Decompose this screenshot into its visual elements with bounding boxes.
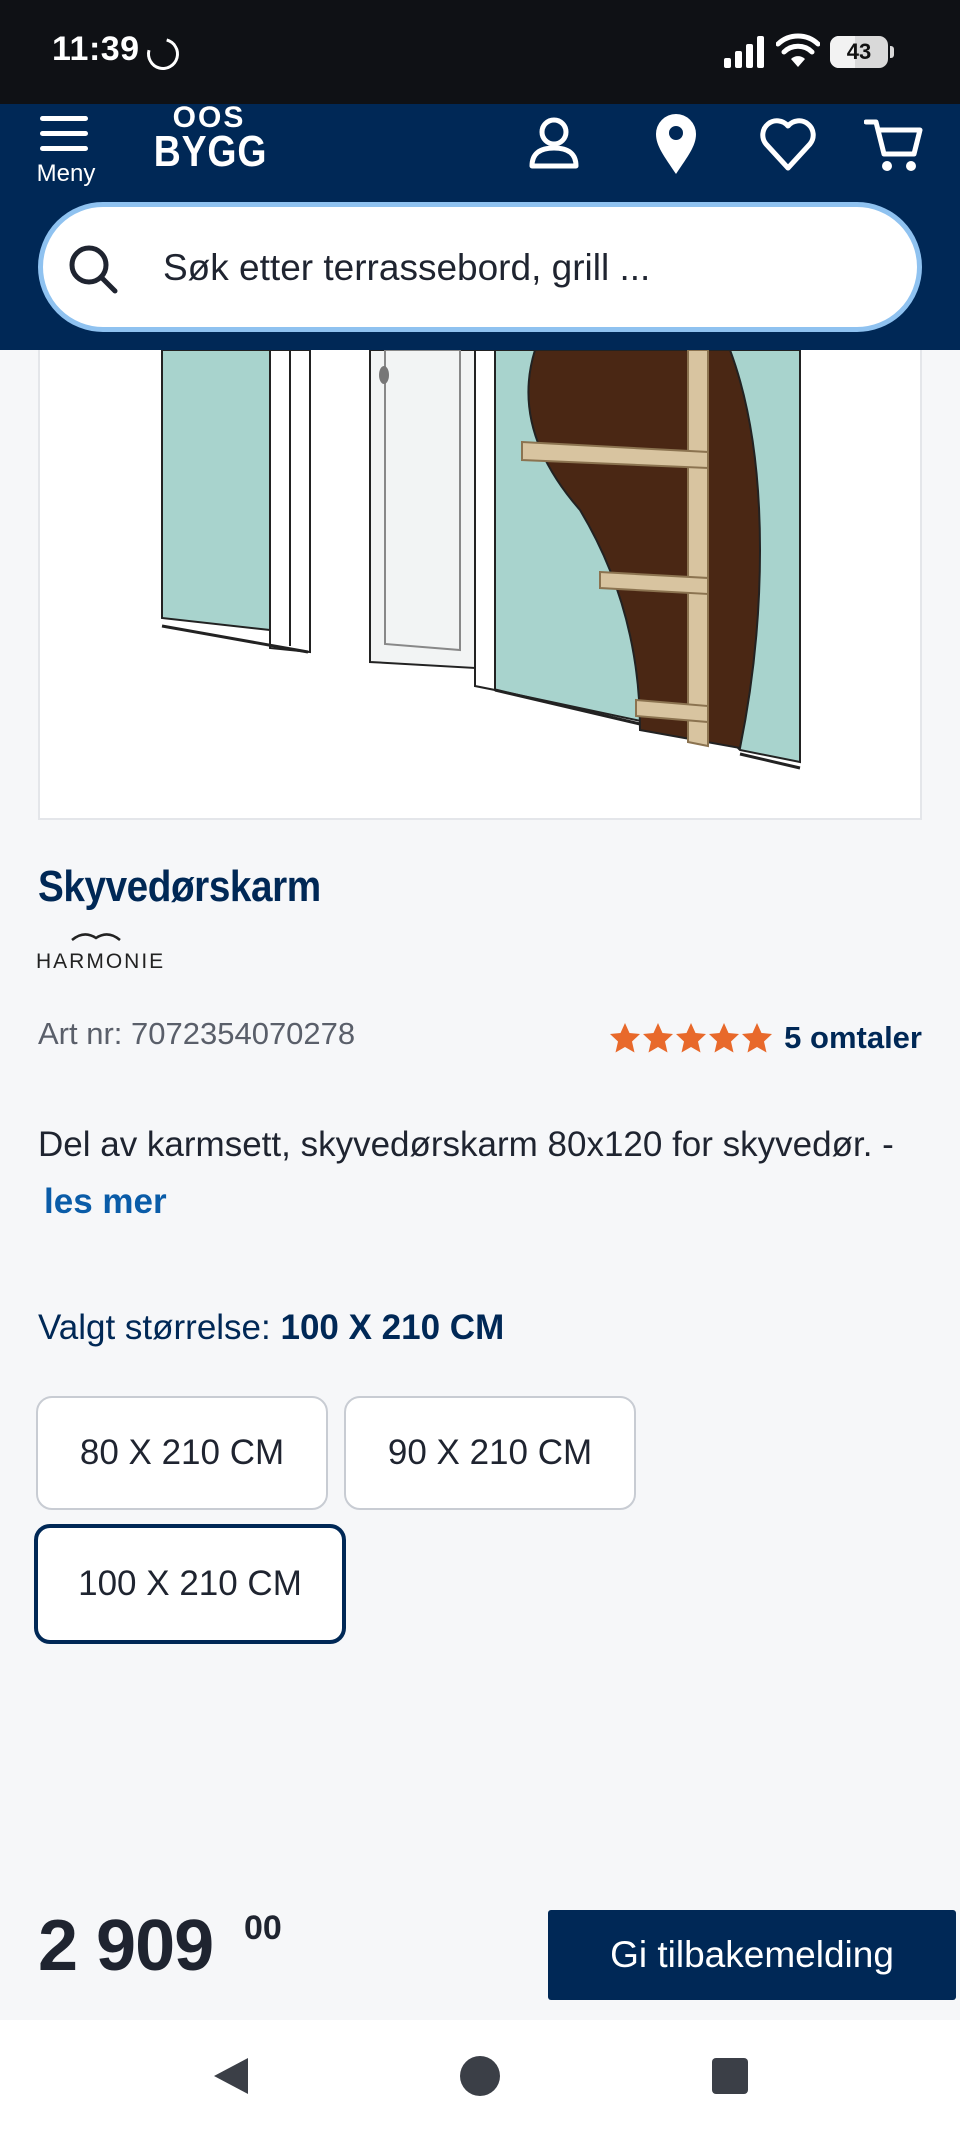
logo-bottom-text: BYGG xyxy=(153,127,268,176)
description-text: Del av karmsett, skyvedørskarm 80x120 fo… xyxy=(38,1125,894,1164)
status-time: 11:39 xyxy=(52,30,140,68)
logo[interactable]: OOS BYGG xyxy=(144,104,274,184)
status-bar: 11:39 43 xyxy=(0,0,960,104)
price: 2 909 00 xyxy=(38,1905,282,1987)
heart-icon[interactable] xyxy=(758,112,818,176)
recents-icon[interactable] xyxy=(708,2054,752,2098)
door-frame-illustration xyxy=(161,350,801,770)
price-cents: 00 xyxy=(244,1909,282,1947)
search-input[interactable]: Søk etter terrassebord, grill ... xyxy=(38,202,922,332)
location-pin-icon[interactable] xyxy=(646,112,706,176)
back-icon[interactable] xyxy=(208,2054,252,2098)
star-rating xyxy=(609,1022,774,1054)
hamburger-icon xyxy=(40,116,88,152)
brand-name: HARMONIE xyxy=(36,950,166,973)
home-icon[interactable] xyxy=(458,2054,502,2098)
rating-link[interactable]: 5 omtaler xyxy=(609,1018,922,1058)
brand-logo[interactable]: HARMONIE xyxy=(36,930,196,982)
product-image[interactable] xyxy=(38,350,922,820)
system-nav-bar xyxy=(0,2020,960,2133)
product-description: Del av karmsett, skyvedørskarm 80x120 fo… xyxy=(38,1116,898,1230)
loading-spinner-icon xyxy=(141,32,185,76)
size-option-90[interactable]: 90 X 210 CM xyxy=(344,1396,636,1510)
selected-size: 100 X 210 CM xyxy=(280,1308,505,1347)
size-label: Valgt størrelse: 100 X 210 CM xyxy=(38,1308,504,1348)
star-icon xyxy=(709,1023,740,1053)
star-icon xyxy=(610,1023,641,1053)
star-icon xyxy=(676,1023,707,1053)
size-label-text: Valgt størrelse: xyxy=(38,1308,271,1347)
feedback-button[interactable]: Gi tilbakemelding xyxy=(548,1910,956,2000)
read-more-link[interactable]: les mer xyxy=(44,1182,167,1221)
user-icon[interactable] xyxy=(524,112,584,176)
cart-icon[interactable] xyxy=(864,112,924,176)
price-main: 2 909 xyxy=(38,1906,214,1986)
battery-level: 43 xyxy=(846,39,872,64)
article-number: Art nr: 7072354070278 xyxy=(38,1016,356,1051)
reviews-count: 5 omtaler xyxy=(784,1020,922,1055)
menu-label: Meny xyxy=(36,160,96,187)
site-header: Meny OOS BYGG Søk etter terrassebord, gr… xyxy=(0,104,960,350)
product-title: Skyvedørskarm xyxy=(38,862,321,911)
menu-button[interactable]: Meny xyxy=(28,108,104,190)
search-icon xyxy=(69,245,118,294)
size-option-100[interactable]: 100 X 210 CM xyxy=(34,1524,346,1644)
search-placeholder: Søk etter terrassebord, grill ... xyxy=(163,247,651,288)
star-icon xyxy=(643,1023,674,1053)
brand-wing-icon xyxy=(71,933,121,941)
star-icon xyxy=(742,1023,773,1053)
signal-icon xyxy=(724,36,764,68)
battery-icon: 43 xyxy=(830,36,894,68)
logo-top-text: OOS xyxy=(172,104,246,128)
size-option-80[interactable]: 80 X 210 CM xyxy=(36,1396,328,1510)
wifi-icon xyxy=(776,33,820,67)
